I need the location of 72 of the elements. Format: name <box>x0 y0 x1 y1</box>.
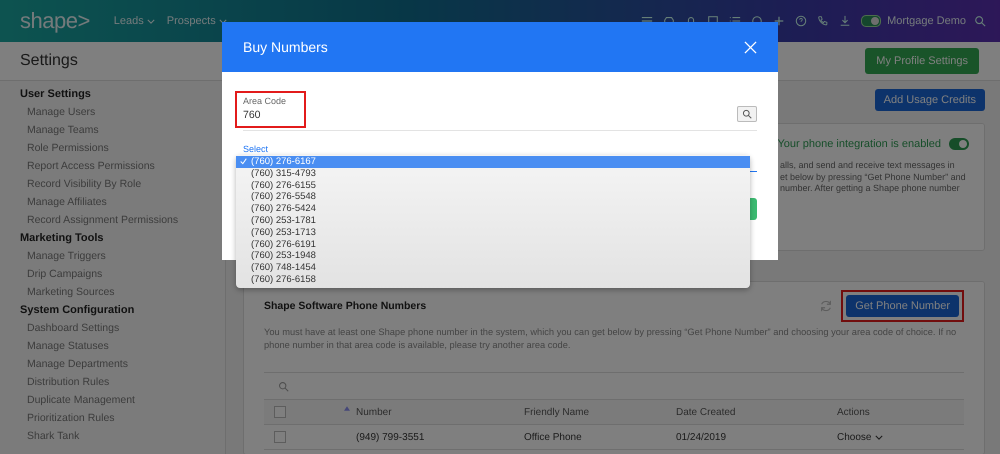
plus-icon[interactable] <box>772 15 785 27</box>
nav-item[interactable]: Prospects <box>166 15 227 27</box>
sidebar-item[interactable]: Drip Campaigns <box>20 265 225 283</box>
checkbox[interactable] <box>274 406 286 418</box>
sidebar-heading: User Settings <box>20 87 92 102</box>
sort-icon[interactable] <box>344 406 350 411</box>
sidebar-item[interactable]: Manage Departments <box>20 355 225 373</box>
dropdown-option[interactable]: (760) 276-5548 <box>236 191 750 204</box>
search-icon[interactable] <box>278 380 289 392</box>
sidebar-item[interactable]: Manage Teams <box>20 121 225 139</box>
description-text: You must have at least one Shape phone number in the system, which you can get below by pressing “Get Phone Number” and choosing your area code of choice. If no phone number in that area code is available, please try another area code. <box>264 326 958 352</box>
description-text: et below by pressing “Get Phone Number” and <box>780 172 967 183</box>
description-text: number. After getting a Shape phone number <box>780 183 961 194</box>
dropdown-option[interactable]: (760) 315-4793 <box>236 168 750 180</box>
check-icon <box>240 158 247 166</box>
dropdown-option[interactable]: (760) 253-1781 <box>236 214 750 227</box>
sidebar-item[interactable]: Record Visibility By Role <box>20 175 225 193</box>
toggle-switch[interactable] <box>860 15 881 27</box>
phone-icon[interactable] <box>816 15 829 27</box>
logo[interactable]: shape> <box>20 8 90 34</box>
checkbox[interactable] <box>274 431 286 443</box>
sidebar-item[interactable]: Shark Tank <box>20 427 225 445</box>
column-header[interactable]: Date Created <box>676 406 837 418</box>
column-header[interactable]: Actions <box>837 406 870 418</box>
nav-item[interactable]: Leads <box>114 15 155 27</box>
select-label: Select <box>243 144 270 154</box>
sidebar-item[interactable]: Manage Triggers <box>20 247 225 265</box>
search-icon <box>742 109 752 119</box>
sidebar-item[interactable]: Prioritization Rules <box>20 409 225 427</box>
chevron-icon <box>875 434 884 440</box>
table-cell-text: Office Phone <box>524 432 583 442</box>
close-icon[interactable] <box>744 40 757 54</box>
search-icon[interactable] <box>974 15 986 27</box>
status-text: Your phone integration is enabled <box>777 138 941 150</box>
sidebar-item[interactable]: Distribution Rules <box>20 373 225 391</box>
profile-settings-button[interactable]: My Profile Settings <box>865 48 979 74</box>
get-phone-number-button[interactable]: Get Phone Number <box>846 295 959 317</box>
card-title: Shape Software Phone Numbers <box>264 300 428 312</box>
dialog-title: Buy Numbers <box>243 39 328 55</box>
dropdown-option[interactable]: (760) 276-6158 <box>236 274 750 286</box>
sidebar-item[interactable]: Manage Statuses <box>20 337 225 355</box>
table-cell-text: 01/24/2019 <box>676 432 728 442</box>
sidebar-item[interactable]: Report Access Permissions <box>20 157 225 175</box>
area-code-field[interactable]: Area Code 760 <box>235 91 306 128</box>
sidebar-item[interactable]: Marketing Sources <box>20 283 225 301</box>
column-header[interactable]: Friendly Name <box>524 406 676 418</box>
dropdown-option[interactable]: (760) 253-1713 <box>236 226 750 239</box>
dropdown-option[interactable]: (760) 748-1454 <box>236 262 750 274</box>
table-cell-text: (949) 799-3551 <box>356 432 426 442</box>
sidebar-item[interactable]: Dashboard Settings <box>20 319 225 337</box>
column-header[interactable]: Number <box>356 406 524 418</box>
sidebar-item[interactable]: Manage Users <box>20 103 225 121</box>
search-button[interactable] <box>737 106 757 122</box>
account-name[interactable]: Mortgage Demo <box>887 15 966 27</box>
sidebar-item[interactable]: Role Permissions <box>20 139 225 157</box>
help-icon[interactable] <box>794 15 807 27</box>
sidebar-item[interactable]: Duplicate Management <box>20 391 225 409</box>
sidebar-heading: Marketing Tools <box>20 231 105 246</box>
sidebar-heading: System Configuration <box>20 303 136 318</box>
page-title: Settings <box>20 52 78 70</box>
sidebar-item[interactable]: Manage Affiliates <box>20 193 225 211</box>
choose-menu[interactable]: Choose <box>837 432 884 442</box>
dropdown-option[interactable]: (760) 276-6155 <box>236 180 750 192</box>
sidebar-item[interactable]: Record Assignment Permissions <box>20 211 225 229</box>
dropdown-option[interactable]: (760) 276-6167 <box>236 156 750 168</box>
add-usage-credits-button[interactable]: Add Usage Credits <box>874 89 985 111</box>
download-icon[interactable] <box>838 15 851 27</box>
dropdown-option[interactable]: (760) 276-5424 <box>236 203 750 215</box>
toggle-switch[interactable] <box>949 138 969 150</box>
description-text: alls, and send and receive text messages in <box>780 160 956 172</box>
dropdown-option[interactable]: (760) 253-1948 <box>236 250 750 262</box>
dropdown-option[interactable]: (760) 276-6191 <box>236 238 750 250</box>
